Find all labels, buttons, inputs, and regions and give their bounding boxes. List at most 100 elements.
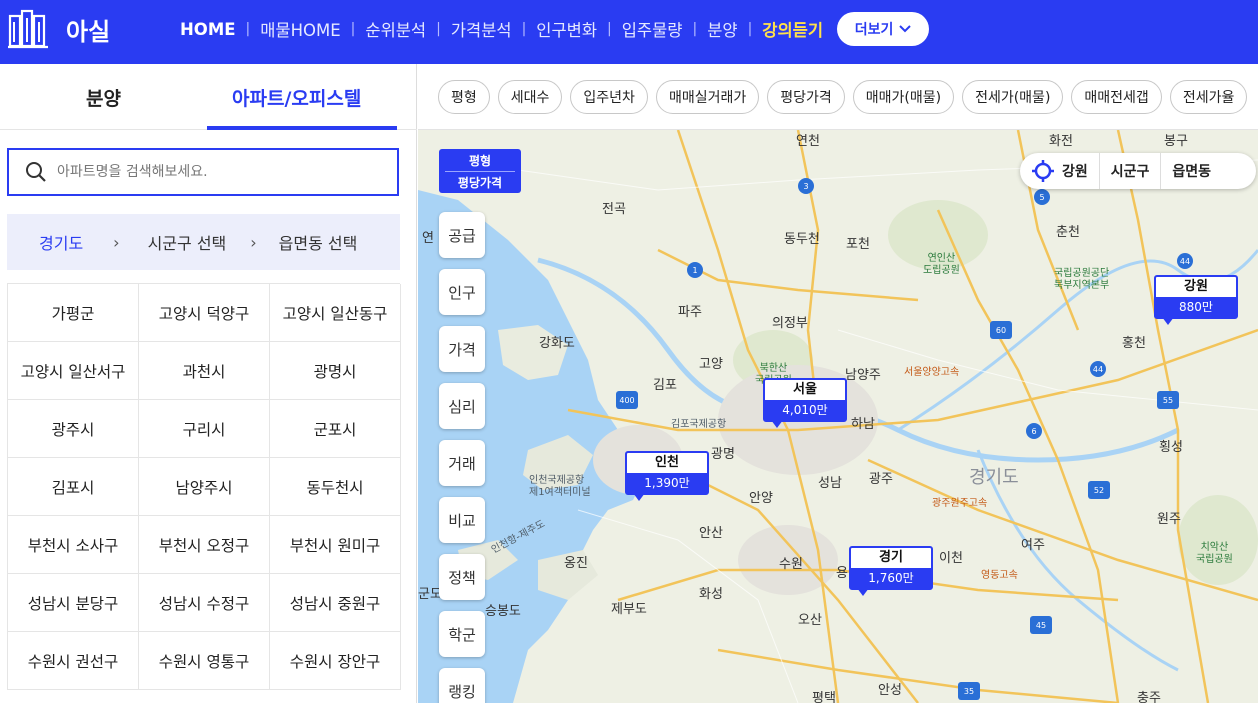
- region-cell[interactable]: 부천시 원미구: [270, 516, 401, 574]
- price-marker-gyeonggi[interactable]: 경기 1,760만: [849, 546, 933, 596]
- svg-text:60: 60: [996, 326, 1006, 335]
- region-cell[interactable]: 수원시 권선구: [8, 632, 139, 690]
- map-place-label: 수원: [779, 557, 803, 572]
- region-cell[interactable]: 고양시 일산서구: [8, 342, 139, 400]
- map-place-label: 충주: [1137, 691, 1161, 703]
- nav-divider: |: [245, 21, 251, 37]
- map-place-label: 봉구: [1164, 134, 1188, 149]
- nav-ranking[interactable]: 순위분석: [357, 17, 434, 41]
- nav-price-analysis[interactable]: 가격분석: [443, 17, 520, 41]
- region-cell[interactable]: 구리시: [139, 400, 270, 458]
- side-btn-school[interactable]: 학군: [439, 611, 485, 657]
- side-btn-ranking[interactable]: 랭킹: [439, 668, 485, 703]
- filter-chip[interactable]: 매매가(매물): [852, 79, 955, 114]
- map-place-label: 홍천: [1122, 336, 1146, 351]
- more-button[interactable]: 더보기: [837, 12, 930, 46]
- pyeong-toggle-button[interactable]: 평형 평당가격: [439, 149, 521, 193]
- side-btn-sentiment[interactable]: 심리: [439, 383, 485, 429]
- svg-text:3: 3: [803, 182, 808, 191]
- nav-lectures[interactable]: 강의듣기: [754, 17, 831, 41]
- svg-text:52: 52: [1094, 486, 1104, 495]
- map-place-label: 성남: [818, 476, 842, 491]
- map-place-label: 치악산 국립공원: [1196, 542, 1233, 565]
- region-cell[interactable]: 광명시: [270, 342, 401, 400]
- svg-text:400: 400: [619, 396, 634, 405]
- filter-chip[interactable]: 매매전세갭: [1071, 79, 1162, 114]
- top-header: 아실 HOME | 매물HOME | 순위분석 | 가격분석 | 인구변화 | …: [0, 0, 1258, 64]
- region-cell[interactable]: 동두천시: [270, 458, 401, 516]
- breadcrumb-city[interactable]: 시군구 선택: [148, 230, 227, 254]
- breadcrumb-province[interactable]: 경기도: [39, 230, 83, 254]
- nav-presale[interactable]: 분양: [699, 17, 745, 41]
- region-cell[interactable]: 남양주시: [139, 458, 270, 516]
- filter-chip[interactable]: 전세가율: [1169, 79, 1248, 114]
- side-btn-policy[interactable]: 정책: [439, 554, 485, 600]
- map-view[interactable]: 3 1 5 44 44 6 60 55 52 45 35 400 연천 전곡 동…: [418, 130, 1258, 703]
- pyeong-toggle-line1: 평형: [445, 149, 515, 172]
- filter-chip[interactable]: 전세가(매물): [962, 79, 1064, 114]
- region-cell[interactable]: 과천시: [139, 342, 270, 400]
- price-marker-gangwon[interactable]: 강원 880만: [1154, 275, 1238, 325]
- marker-pointer: [857, 588, 869, 596]
- marker-name: 인천: [655, 455, 679, 470]
- region-cell[interactable]: 성남시 수정구: [139, 574, 270, 632]
- nav-population[interactable]: 인구변화: [528, 17, 605, 41]
- region-level-city[interactable]: 시군구: [1098, 153, 1161, 189]
- region-cell[interactable]: 김포시: [8, 458, 139, 516]
- nav-supply[interactable]: 입주물량: [614, 17, 691, 41]
- region-cell[interactable]: 부천시 오정구: [139, 516, 270, 574]
- map-place-label: 여주: [1021, 538, 1045, 553]
- side-btn-price[interactable]: 가격: [439, 326, 485, 372]
- side-btn-compare[interactable]: 비교: [439, 497, 485, 543]
- tab-apartment-officetel[interactable]: 아파트/오피스텔: [232, 84, 361, 111]
- region-cell[interactable]: 부천시 소사구: [8, 516, 139, 574]
- filter-chip[interactable]: 세대수: [497, 79, 563, 114]
- marker-name: 경기: [879, 550, 903, 565]
- region-level-selector: 강원 시군구 읍면동: [1020, 153, 1256, 189]
- region-cell[interactable]: 광주시: [8, 400, 139, 458]
- marker-price: 880만: [1156, 297, 1236, 317]
- region-level-province[interactable]: 강원: [1020, 153, 1099, 189]
- map-place-label: 광주: [869, 472, 893, 487]
- region-cell[interactable]: 군포시: [270, 400, 401, 458]
- marker-price: 1,390만: [627, 473, 707, 493]
- region-cell[interactable]: 수원시 장안구: [270, 632, 401, 690]
- type-tabs: 분양 아파트/오피스텔: [0, 64, 417, 130]
- pyeong-toggle-line2: 평당가격: [457, 176, 503, 190]
- map-place-label: 연: [422, 231, 434, 246]
- logo[interactable]: 아실: [8, 8, 110, 50]
- breadcrumb-town[interactable]: 읍면동 선택: [279, 230, 358, 254]
- region-level-province-label: 강원: [1062, 164, 1088, 180]
- side-btn-supply[interactable]: 공급: [439, 212, 485, 258]
- nav-home[interactable]: HOME: [172, 20, 244, 39]
- nav-listing-home[interactable]: 매물HOME: [252, 17, 348, 41]
- side-btn-transaction[interactable]: 거래: [439, 440, 485, 486]
- nav-divider: |: [350, 21, 356, 37]
- map-place-label: 승봉도: [485, 604, 521, 619]
- marker-pointer: [771, 420, 783, 428]
- filter-chip[interactable]: 입주년차: [570, 79, 648, 114]
- price-marker-seoul[interactable]: 서울 4,010만: [763, 378, 847, 428]
- side-btn-population[interactable]: 인구: [439, 269, 485, 315]
- tab-presale[interactable]: 분양: [86, 84, 121, 111]
- search-icon[interactable]: [25, 161, 47, 183]
- filter-chip[interactable]: 매매실거래가: [655, 79, 760, 114]
- region-cell[interactable]: 가평군: [8, 284, 139, 342]
- apartment-search-input[interactable]: [57, 160, 377, 184]
- filter-chip[interactable]: 평당가격: [767, 79, 845, 114]
- active-tab-indicator: [207, 126, 397, 130]
- region-cell[interactable]: 고양시 덕양구: [139, 284, 270, 342]
- marker-name: 강원: [1184, 279, 1208, 294]
- map-place-label: 옹진: [564, 556, 588, 571]
- region-cell[interactable]: 수원시 영통구: [139, 632, 270, 690]
- svg-text:44: 44: [1093, 365, 1103, 374]
- map-place-label: 안양: [749, 491, 773, 506]
- left-panel: 분양 아파트/오피스텔 경기도 › 시군구 선택 › 읍면동 선택 가평군 고양…: [0, 64, 417, 703]
- region-cell[interactable]: 고양시 일산동구: [270, 284, 401, 342]
- region-cell[interactable]: 성남시 분당구: [8, 574, 139, 632]
- price-marker-incheon[interactable]: 인천 1,390만: [625, 451, 709, 501]
- marker-name: 서울: [793, 382, 817, 397]
- filter-chip[interactable]: 평형: [438, 79, 490, 114]
- region-level-town[interactable]: 읍면동: [1160, 153, 1222, 189]
- region-cell[interactable]: 성남시 중원구: [270, 574, 401, 632]
